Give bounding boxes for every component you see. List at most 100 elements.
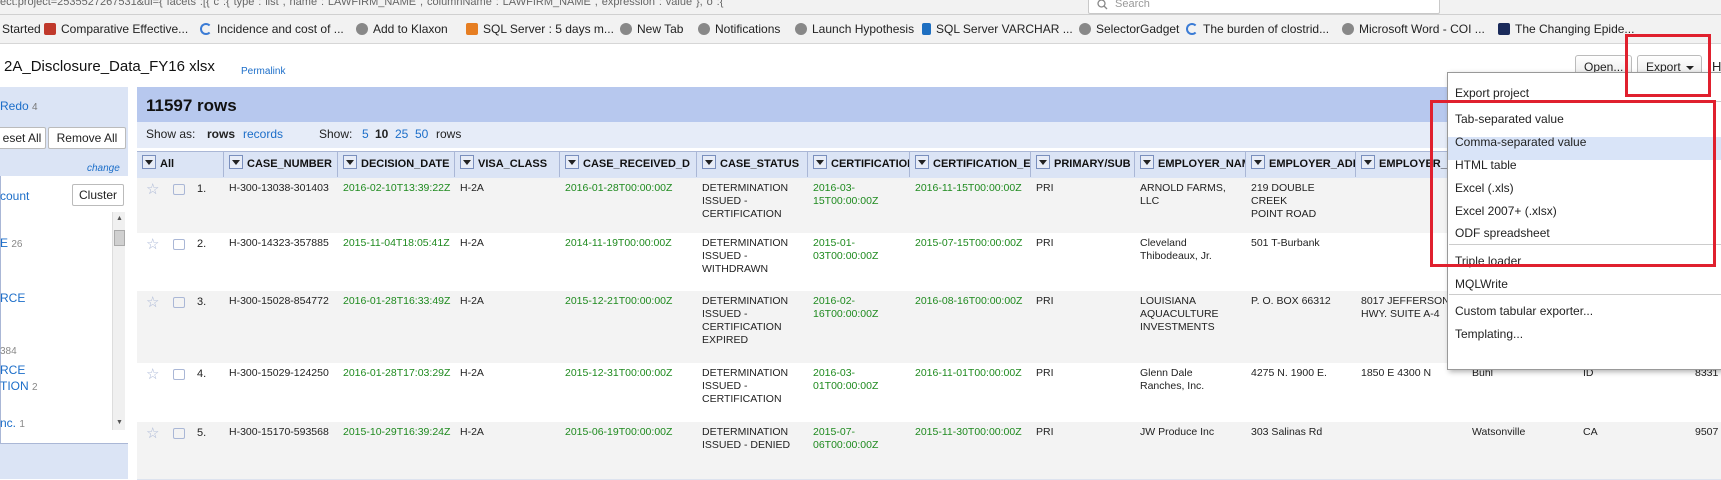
rows-mode[interactable]: rows	[207, 127, 235, 141]
cell-case[interactable]: H-300-13038-301403	[229, 182, 335, 195]
export-menu-item[interactable]: Export project	[1455, 86, 1529, 100]
cell-cert-begin[interactable]: 2015-01-03T00:00:00Z	[813, 237, 907, 263]
cell-address[interactable]: 4275 N. 1900 E.	[1251, 367, 1353, 380]
cell-address[interactable]: 303 Salinas Rd	[1251, 426, 1353, 439]
column-header[interactable]: EMPLOYER_ADD	[1246, 151, 1356, 177]
cell-cert-end[interactable]: 2016-11-01T00:00:00Z	[915, 367, 1028, 380]
cell-address[interactable]: 501 T-Burbank	[1251, 237, 1353, 250]
cell-employer[interactable]: ARNOLD FARMS, LLC	[1140, 182, 1243, 208]
cell-visa[interactable]: H-2A	[460, 295, 557, 308]
cell-primary[interactable]: PRI	[1036, 426, 1132, 439]
export-menu-item[interactable]: MQLWrite	[1455, 277, 1508, 291]
column-menu-icon[interactable]	[565, 155, 579, 169]
cell-status[interactable]: DETERMINATION ISSUED - CERTIFICATION EXP…	[702, 295, 805, 347]
change-link[interactable]: change	[87, 163, 120, 174]
bookmark-item[interactable]: Comparative Effective...	[44, 22, 188, 36]
cell-cert-begin[interactable]: 2016-03-15T00:00:00Z	[813, 182, 907, 208]
cell-employer[interactable]: Cleveland Thibodeaux, Jr.	[1140, 237, 1243, 263]
star-icon[interactable]: ☆	[146, 424, 159, 442]
cell-state[interactable]: CA	[1583, 426, 1687, 439]
cell-status[interactable]: DETERMINATION ISSUED - WITHDRAWN	[702, 237, 805, 276]
bookmark-item[interactable]: Notifications	[698, 22, 780, 36]
facet-item[interactable]: TION 2	[0, 379, 38, 395]
cluster-button[interactable]: Cluster	[72, 184, 124, 206]
cell-decision[interactable]: 2015-10-29T16:39:24Z	[343, 426, 452, 439]
bookmark-item[interactable]: Incidence and cost of ...	[200, 22, 344, 36]
column-menu-icon[interactable]	[229, 155, 243, 169]
column-header[interactable]: DECISION_DATE	[338, 151, 455, 177]
scroll-up-icon[interactable]: ▲	[116, 215, 123, 222]
cell-received[interactable]: 2016-01-28T00:00:00Z	[565, 182, 694, 195]
column-header[interactable]: CASE_RECEIVED_D	[560, 151, 697, 177]
column-menu-icon[interactable]	[142, 155, 156, 169]
export-menu-item[interactable]: Custom tabular exporter...	[1455, 304, 1593, 318]
cell-employer[interactable]: LOUISIANA AQUACULTURE INVESTMENTS	[1140, 295, 1243, 334]
column-header[interactable]: PRIMARY/SUB	[1031, 151, 1135, 177]
cell-city[interactable]: Watsonville	[1472, 426, 1575, 439]
cell-status[interactable]: DETERMINATION ISSUED - CERTIFICATION	[702, 182, 805, 221]
column-menu-icon[interactable]	[813, 155, 827, 169]
facet-item[interactable]: E 26	[0, 236, 22, 252]
cell-case[interactable]: H-300-14323-357885	[229, 237, 335, 250]
cell-received[interactable]: 2015-06-19T00:00:00Z	[565, 426, 694, 439]
star-icon[interactable]: ☆	[146, 365, 159, 383]
cell-visa[interactable]: H-2A	[460, 426, 557, 439]
column-menu-icon[interactable]	[343, 155, 357, 169]
cell-address[interactable]: 219 DOUBLE CREEK POINT ROAD	[1251, 182, 1353, 221]
cell-zip[interactable]: 9507	[1695, 426, 1718, 439]
column-header[interactable]: CERTIFICATION_BI	[808, 151, 910, 177]
reset-all-button[interactable]: eset All	[0, 127, 46, 149]
bookmark-item[interactable]: Started	[2, 22, 41, 36]
scroll-down-icon[interactable]: ▼	[116, 419, 123, 426]
cell-received[interactable]: 2015-12-31T00:00:00Z	[565, 367, 694, 380]
page-size-50[interactable]: 50	[415, 127, 428, 141]
cell-visa[interactable]: H-2A	[460, 182, 557, 195]
cell-decision[interactable]: 2016-01-28T17:03:29Z	[343, 367, 452, 380]
star-icon[interactable]: ☆	[146, 235, 159, 253]
url-text[interactable]: ect:project=2535527267531&ui={"facets":[…	[0, 0, 723, 8]
cell-received[interactable]: 2015-12-21T00:00:00Z	[565, 295, 694, 308]
cell-cert-end[interactable]: 2015-11-30T00:00:00Z	[915, 426, 1028, 439]
facet-item[interactable]: 384	[0, 343, 17, 359]
column-menu-icon[interactable]	[1140, 155, 1154, 169]
cell-visa[interactable]: H-2A	[460, 367, 557, 380]
column-header[interactable]: EMPLOYER_NAM	[1135, 151, 1246, 177]
cell-cert-end[interactable]: 2016-08-16T00:00:00Z	[915, 295, 1028, 308]
records-mode-link[interactable]: records	[243, 127, 283, 141]
project-title[interactable]: 2A_Disclosure_Data_FY16 xlsx	[4, 58, 215, 75]
column-menu-icon[interactable]	[1251, 155, 1265, 169]
cell-case[interactable]: H-300-15028-854772	[229, 295, 335, 308]
flag-icon[interactable]	[173, 428, 185, 439]
cell-primary[interactable]: PRI	[1036, 295, 1132, 308]
page-size-5[interactable]: 5	[362, 127, 369, 141]
bookmark-item[interactable]: New Tab	[620, 22, 683, 36]
cell-primary[interactable]: PRI	[1036, 237, 1132, 250]
column-menu-icon[interactable]	[460, 155, 474, 169]
cell-decision[interactable]: 2015-11-04T18:05:41Z	[343, 237, 452, 250]
flag-icon[interactable]	[173, 297, 185, 308]
facet-item[interactable]: nc. 1	[0, 416, 25, 432]
browser-search-box[interactable]: Search	[1088, 0, 1440, 14]
column-header[interactable]: CASE_STATUS	[697, 151, 808, 177]
facet-scroll-thumb[interactable]	[114, 230, 125, 246]
flag-icon[interactable]	[173, 184, 185, 195]
cell-case[interactable]: H-300-15170-593568	[229, 426, 335, 439]
cell-decision[interactable]: 2016-02-10T13:39:22Z	[343, 182, 452, 195]
cell-case[interactable]: H-300-15029-124250	[229, 367, 335, 380]
cell-received[interactable]: 2014-11-19T00:00:00Z	[565, 237, 694, 250]
column-header[interactable]: All	[137, 151, 224, 177]
permalink-link[interactable]: Permalink	[241, 66, 285, 77]
cell-status[interactable]: DETERMINATION ISSUED - DENIED	[702, 426, 805, 452]
flag-icon[interactable]	[173, 239, 185, 250]
page-size-10[interactable]: 10	[375, 127, 388, 141]
star-icon[interactable]: ☆	[146, 293, 159, 311]
bookmark-item[interactable]: SQL Server VARCHAR ...	[922, 22, 1073, 36]
bookmark-item[interactable]: SQL Server : 5 days m...	[466, 22, 614, 36]
bookmark-item[interactable]: The Changing Epide...	[1498, 22, 1634, 36]
column-menu-icon[interactable]	[915, 155, 929, 169]
bookmark-item[interactable]: Add to Klaxon	[356, 22, 448, 36]
facet-item[interactable]: RCE	[0, 291, 25, 305]
remove-all-button[interactable]: Remove All	[48, 127, 126, 149]
sort-by-count-link[interactable]: count	[0, 189, 29, 203]
cell-cert-end[interactable]: 2015-07-15T00:00:00Z	[915, 237, 1028, 250]
